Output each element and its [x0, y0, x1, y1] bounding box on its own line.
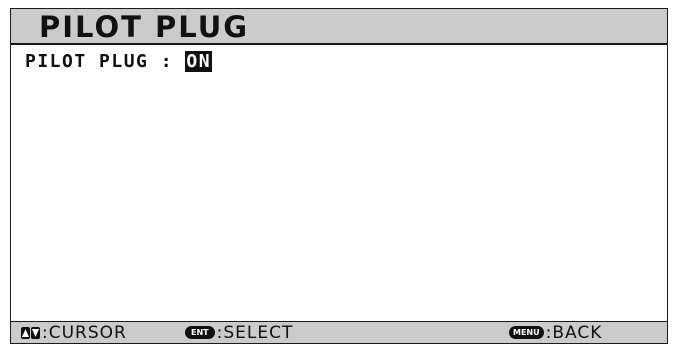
setting-row-pilot-plug[interactable]: PILOT PLUG : ON: [25, 51, 213, 73]
cursor-hint-label: :CURSOR: [42, 322, 127, 343]
up-arrow-icon: [21, 326, 30, 339]
setting-label: PILOT PLUG :: [25, 51, 174, 72]
setting-value-selected[interactable]: ON: [185, 51, 213, 72]
select-hint: ENT :SELECT: [185, 322, 293, 343]
down-arrow-icon: [31, 326, 40, 339]
cursor-hint: :CURSOR: [21, 322, 127, 343]
back-hint-label: :BACK: [545, 322, 603, 343]
menu-key-icon: MENU: [509, 326, 544, 339]
page-title: PILOT PLUG: [39, 10, 250, 44]
ent-key-icon: ENT: [185, 326, 215, 339]
device-screen: PILOT PLUG PILOT PLUG : ON :CURSOR ENT :…: [10, 8, 668, 344]
select-hint-label: :SELECT: [216, 322, 294, 343]
back-hint: MENU :BACK: [509, 322, 602, 343]
title-bar: PILOT PLUG: [11, 9, 667, 45]
up-down-arrows-icon: [21, 326, 40, 339]
key-hint-bar: :CURSOR ENT :SELECT MENU :BACK: [11, 321, 667, 343]
